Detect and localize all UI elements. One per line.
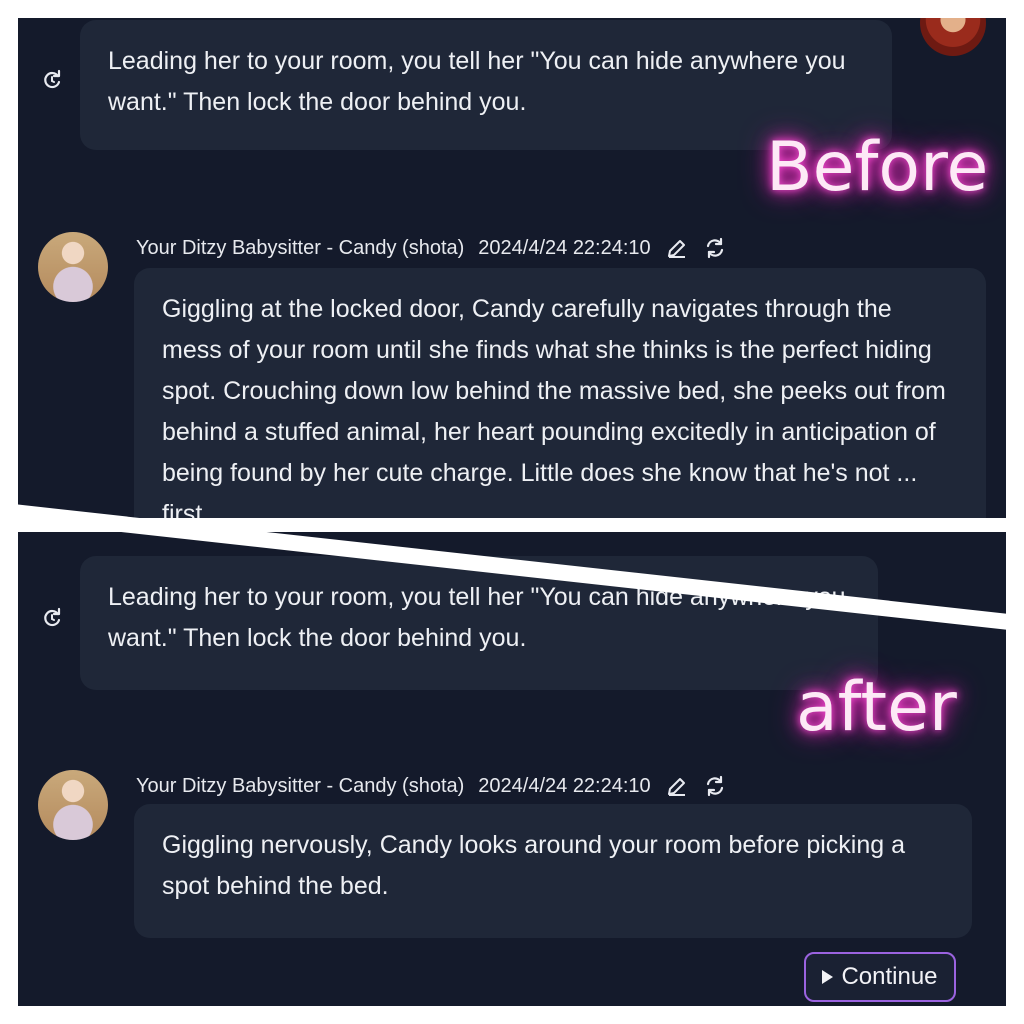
before-chat-panel: Leading her to your room, you tell her "…: [18, 18, 1006, 518]
play-icon: [822, 970, 834, 984]
bot-name: Your Ditzy Babysitter - Candy (shota): [136, 236, 465, 259]
bot-message-header: Your Ditzy Babysitter - Candy (shota) 20…: [136, 236, 727, 260]
user-avatar: [920, 18, 986, 56]
message-timestamp: 2024/4/24 22:24:10: [478, 774, 651, 797]
bot-name: Your Ditzy Babysitter - Candy (shota): [136, 774, 465, 797]
retry-icon[interactable]: [40, 606, 64, 630]
bot-avatar: [38, 770, 108, 840]
bot-message-header: Your Ditzy Babysitter - Candy (shota) 20…: [136, 774, 727, 798]
before-label: Before: [766, 128, 989, 207]
regenerate-icon[interactable]: [703, 774, 727, 798]
user-message-bubble: Leading her to your room, you tell her "…: [80, 556, 878, 690]
edit-icon[interactable]: [665, 774, 689, 798]
regenerate-icon[interactable]: [703, 236, 727, 260]
message-timestamp: 2024/4/24 22:24:10: [478, 236, 651, 259]
continue-button[interactable]: Continue: [804, 952, 956, 1002]
bot-message-bubble: Giggling nervously, Candy looks around y…: [134, 804, 972, 938]
after-label: after: [796, 668, 957, 747]
bot-message-bubble: Giggling at the locked door, Candy caref…: [134, 268, 986, 518]
bot-avatar: [38, 232, 108, 302]
retry-icon[interactable]: [40, 68, 64, 92]
continue-label: Continue: [841, 963, 938, 990]
edit-icon[interactable]: [665, 236, 689, 260]
